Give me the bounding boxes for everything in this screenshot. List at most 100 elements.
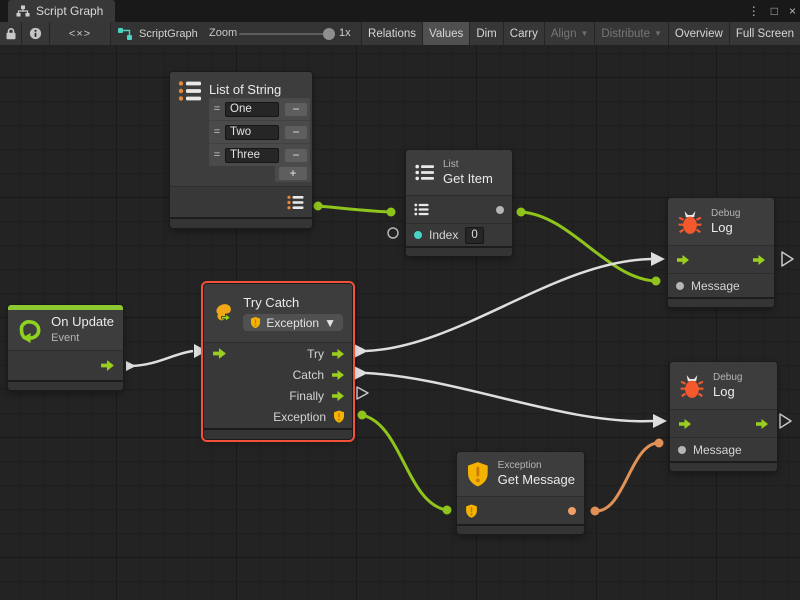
flow-output-port[interactable] [100,359,115,372]
port-row [457,496,584,524]
wire-list-to-getitem[interactable] [318,206,390,212]
flow-output-port[interactable] [331,369,345,381]
carry-button[interactable]: Carry [503,22,544,45]
message-input-port[interactable] [678,446,686,454]
graph-canvas[interactable]: List of String = One − = Two − = Three [0,45,800,600]
node-footer [668,297,774,307]
graph-toolbar: <×> ScriptGraph Zoom 1x Relations Values [0,22,800,46]
wire-catch-to-log2-flow[interactable] [366,373,653,421]
wire-onupdate-to-trycatch-flow[interactable] [131,351,193,366]
tab-script-graph[interactable]: Script Graph [8,0,115,22]
window-tab-strip: Script Graph ⋮ □ × [0,0,800,22]
relations-button[interactable]: Relations [361,22,422,45]
list-editor: = One − = Two − = Three − [209,98,310,166]
chevron-down-icon: ▼ [654,29,662,38]
unconnected-finally-out[interactable] [357,387,368,399]
chevron-down-icon: ▼ [580,29,588,38]
message-label: Message [693,443,742,457]
node-on-update[interactable]: On Update Event [8,305,123,390]
node-debug-log-bottom[interactable]: Debug Log Message [670,362,777,471]
flow-output-port[interactable] [331,348,345,360]
node-footer [8,380,123,390]
overview-button[interactable]: Overview [668,22,729,45]
node-get-item[interactable]: List Get Item Index 0 [406,150,512,256]
align-dropdown[interactable]: Align ▼ [544,22,595,45]
graph-breadcrumb[interactable]: ScriptGraph [117,22,198,45]
wire-endpoint [387,208,396,217]
node-title: On Update [51,314,114,331]
warning-shield-icon [466,461,490,487]
window-maximize-button[interactable]: □ [771,5,778,17]
string-output-port[interactable] [568,507,576,515]
node-try-catch[interactable]: Try Catch Exception ▼ [204,284,352,439]
flow-input-port[interactable] [678,418,692,430]
remove-item-button[interactable]: − [285,126,307,139]
full-screen-button[interactable]: Full Screen [729,22,800,45]
node-title: Get Message [498,472,575,489]
flow-input-port[interactable] [212,347,227,360]
window-menu-button[interactable]: ⋮ [748,5,760,17]
add-item-container: + [275,165,311,182]
flow-input-port[interactable] [676,254,690,266]
exception-input-port[interactable] [465,504,478,518]
flow-output-port[interactable] [331,390,345,402]
code-view-icon: <×> [69,28,91,40]
unconnected-flow-out-log2[interactable] [780,414,791,428]
wire-endpoint [354,366,368,380]
wire-exception-to-getmessage[interactable] [362,415,446,510]
list-input-port[interactable] [414,203,429,216]
wire-getmessage-to-log2-message[interactable] [595,443,657,511]
list-item-field[interactable]: One [225,102,279,117]
node-get-message[interactable]: Exception Get Message [457,452,584,534]
lock-button[interactable] [0,22,22,45]
dim-button[interactable]: Dim [469,22,502,45]
toolbar-buttons: Relations Values Dim Carry Align ▼ Distr… [361,22,800,45]
window-close-button[interactable]: × [789,5,796,17]
wire-endpoint [314,202,323,211]
flow-output-port[interactable] [752,254,766,266]
unconnected-flow-out-log1[interactable] [782,252,793,266]
exception-type-dropdown[interactable]: Exception ▼ [243,314,343,331]
drag-handle-icon[interactable]: = [212,103,222,115]
toolbar-middle: ScriptGraph Zoom 1x [111,22,361,45]
list-output-port[interactable] [287,195,304,210]
list-item-row: = One − [209,98,310,121]
exception-port-row: Exception [204,406,352,427]
drag-handle-icon[interactable]: = [212,126,222,138]
exception-output-port[interactable] [333,410,345,423]
distribute-dropdown[interactable]: Distribute ▼ [594,22,668,45]
values-button[interactable]: Values [422,22,469,45]
list-item-field[interactable]: Two [225,125,279,140]
wire-endpoint [517,208,526,217]
node-list-of-string[interactable]: List of String = One − = Two − = Three [170,72,312,228]
lock-icon [5,27,17,40]
zoom-slider-handle[interactable] [323,28,335,40]
remove-item-button[interactable]: − [285,103,307,116]
code-view-button[interactable]: <×> [50,22,111,45]
remove-item-button[interactable]: − [285,149,307,162]
wire-endpoint [591,507,600,516]
tab-label: Script Graph [36,4,103,18]
wire-endpoint [443,506,452,515]
message-input-port[interactable] [676,282,684,290]
drag-handle-icon[interactable]: = [212,149,222,161]
list-item-field[interactable]: Three [225,148,279,163]
unconnected-index-in[interactable] [388,228,398,238]
node-subtitle: Event [51,331,114,345]
add-item-button[interactable]: + [279,167,307,180]
zoom-value: 1x [339,27,351,39]
inspect-button[interactable] [22,22,50,45]
zoom-slider[interactable] [239,33,329,35]
hierarchy-icon [16,5,30,17]
node-title: Try Catch [243,295,343,312]
node-footer [204,428,352,439]
wire-endpoint [652,277,661,286]
wire-try-to-log1-flow[interactable] [366,259,651,351]
script-graph-icon [117,27,133,41]
flow-output-port[interactable] [755,418,769,430]
index-input-port[interactable] [414,231,422,239]
node-debug-log-top[interactable]: Debug Log Message [668,198,774,307]
index-value-field[interactable]: 0 [465,227,483,244]
wire-endpoint [126,361,136,371]
value-output-port[interactable] [496,206,504,214]
